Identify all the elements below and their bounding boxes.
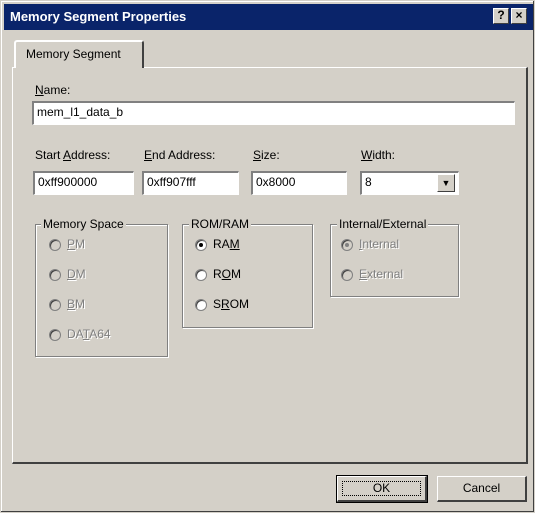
help-icon: ? — [497, 8, 505, 22]
start-address-label-rest: ddress: — [71, 148, 111, 162]
chevron-down-icon: ▼ — [441, 178, 451, 188]
width-select-value: 8 — [365, 175, 372, 189]
radio-srom-rest: OM — [229, 297, 250, 311]
cancel-button-label: Cancel — [462, 481, 501, 495]
radio-external-label: External — [359, 267, 403, 281]
ok-button[interactable]: OK — [336, 475, 428, 503]
radio-internal-rest: nternal — [362, 237, 400, 251]
radio-pm-accel: P — [67, 237, 76, 251]
radio-data64-label: DATA64 — [67, 327, 111, 341]
radio-dm[interactable] — [49, 269, 61, 281]
radio-ram-label: RAM — [213, 237, 240, 251]
start-address-label-accel: A — [63, 148, 72, 162]
end-address-label-rest: nd Address: — [152, 148, 216, 162]
radio-bm-accel: B — [67, 297, 76, 311]
radio-srom[interactable] — [195, 299, 207, 311]
radio-rom[interactable] — [195, 269, 207, 281]
radio-internal-dot — [345, 243, 349, 247]
radio-bm-rest: M — [75, 297, 86, 311]
memory-space-group-title: Memory Space — [41, 217, 126, 231]
radio-rom-accel: O — [221, 267, 232, 281]
radio-ram-pre: RA — [213, 237, 230, 251]
memory-segment-properties-dialog: Memory Segment Properties ? × Memory Seg… — [0, 0, 535, 513]
radio-pm-rest: M — [75, 237, 86, 251]
width-label-accel: W — [361, 148, 373, 162]
help-button[interactable]: ? — [493, 8, 509, 24]
width-label: Width: — [361, 148, 395, 162]
radio-rom-rest: M — [231, 267, 242, 281]
tab-memory-segment-label: Memory Segment — [26, 47, 121, 61]
radio-data64-rest: A64 — [89, 327, 111, 341]
radio-dm-accel: D — [67, 267, 76, 281]
start-address-label: Start Address: — [35, 148, 110, 162]
end-address-label: End Address: — [144, 148, 215, 162]
radio-ram[interactable] — [195, 239, 207, 251]
name-label: Name: — [35, 83, 70, 97]
size-label-rest: ize: — [261, 148, 280, 162]
tab-memory-segment[interactable]: Memory Segment — [14, 40, 144, 68]
radio-external-accel: E — [359, 267, 368, 281]
radio-srom-label: SROM — [213, 297, 249, 311]
radio-bm-label: BM — [67, 297, 85, 311]
radio-dm-label: DM — [67, 267, 86, 281]
size-label: Size: — [253, 148, 280, 162]
size-input[interactable]: 0x8000 — [251, 171, 347, 195]
name-input[interactable]: mem_l1_data_b — [32, 101, 515, 125]
close-icon: × — [515, 8, 523, 22]
radio-internal[interactable] — [341, 239, 353, 251]
radio-bm[interactable] — [49, 299, 61, 311]
radio-pm-label: PM — [67, 237, 85, 251]
radio-srom-accel: R — [221, 297, 230, 311]
title-bar[interactable]: Memory Segment Properties ? × — [4, 4, 533, 30]
radio-srom-pre: S — [213, 297, 222, 311]
start-address-label-pre: Start — [35, 148, 64, 162]
width-dropdown-button[interactable]: ▼ — [437, 174, 455, 192]
radio-external[interactable] — [341, 269, 353, 281]
rom-ram-group-title: ROM/RAM — [189, 217, 251, 231]
end-address-input[interactable]: 0xff907fff — [142, 171, 239, 195]
start-address-input[interactable]: 0xff900000 — [33, 171, 134, 195]
width-label-rest: idth: — [372, 148, 396, 162]
window-title: Memory Segment Properties — [10, 9, 187, 24]
internal-external-group-title: Internal/External — [337, 217, 429, 231]
radio-rom-label: ROM — [213, 267, 241, 281]
radio-internal-label: Internal — [359, 237, 399, 251]
close-button[interactable]: × — [511, 8, 527, 24]
end-address-label-accel: E — [144, 148, 153, 162]
radio-dm-rest: M — [75, 267, 86, 281]
radio-data64[interactable] — [49, 329, 61, 341]
radio-data64-pre: DA — [67, 327, 83, 341]
internal-external-group — [330, 224, 459, 297]
name-label-accel: N — [35, 83, 44, 97]
radio-ram-accel: M — [229, 237, 240, 251]
radio-ram-dot — [199, 243, 203, 247]
size-label-accel: S — [253, 148, 262, 162]
cancel-button[interactable]: Cancel — [437, 476, 527, 502]
radio-external-rest: xternal — [367, 267, 404, 281]
radio-rom-pre: R — [213, 267, 222, 281]
radio-pm[interactable] — [49, 239, 61, 251]
ok-button-focus — [342, 481, 421, 496]
name-label-rest: ame: — [43, 83, 71, 97]
